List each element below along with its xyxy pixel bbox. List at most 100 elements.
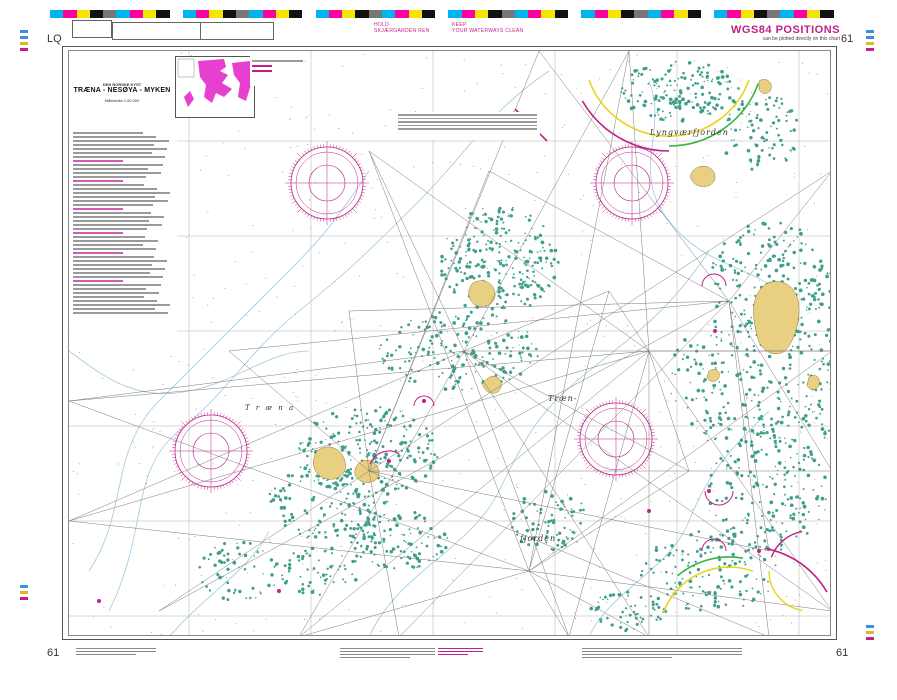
- compass-rose-c-tick: [650, 428, 654, 430]
- rock: [798, 282, 802, 285]
- rock: [395, 483, 398, 486]
- sounding: [567, 173, 569, 175]
- sounding: [520, 518, 522, 520]
- sounding: [722, 237, 724, 239]
- rock: [812, 295, 816, 299]
- rock: [765, 431, 769, 435]
- sounding: [426, 57, 428, 59]
- sounding: [514, 392, 516, 394]
- rock: [702, 106, 706, 109]
- rock: [283, 564, 287, 568]
- rock: [720, 75, 725, 79]
- rock: [538, 233, 543, 238]
- sounding: [525, 63, 526, 65]
- compass-rose-w-tick: [177, 468, 180, 471]
- rock: [637, 72, 640, 75]
- rock: [752, 344, 756, 348]
- sounding: [372, 187, 374, 189]
- rock: [759, 526, 763, 530]
- sounding: [581, 92, 583, 94]
- rock: [517, 330, 520, 332]
- rock: [814, 307, 817, 311]
- rock: [721, 459, 725, 462]
- compass-rose-nw-tick: [294, 160, 298, 163]
- rock: [652, 571, 655, 574]
- rock: [820, 485, 823, 488]
- rock: [555, 501, 558, 503]
- rock: [752, 432, 755, 435]
- sounding: [178, 537, 180, 539]
- leading-line: [69, 520, 530, 572]
- rock: [633, 69, 638, 73]
- rock: [721, 518, 725, 522]
- rock: [715, 498, 719, 502]
- rock: [525, 264, 528, 267]
- rock: [317, 559, 320, 562]
- slogan-right: KEEP YOUR WATERWAYS CLEAN: [452, 22, 523, 34]
- sounding: [132, 369, 134, 371]
- rock: [543, 249, 546, 252]
- sounding: [579, 198, 581, 200]
- rock: [384, 452, 389, 457]
- rock: [749, 135, 753, 140]
- compass-rose-c-tick: [641, 409, 646, 414]
- sounding: [361, 153, 363, 155]
- rock: [520, 300, 523, 303]
- rock: [820, 360, 823, 363]
- rock: [626, 99, 631, 103]
- sounding: [210, 322, 212, 324]
- sounding: [317, 214, 319, 216]
- rock: [283, 523, 287, 527]
- sounding: [693, 60, 695, 62]
- rock: [725, 468, 728, 470]
- rock: [734, 296, 738, 300]
- rock: [738, 467, 740, 469]
- rock: [465, 233, 467, 236]
- sounding: [649, 467, 651, 469]
- rock: [444, 345, 448, 349]
- rock: [518, 271, 522, 274]
- rock: [432, 351, 435, 354]
- rock: [720, 361, 724, 365]
- rock: [558, 531, 562, 535]
- rock: [409, 376, 412, 380]
- rock: [792, 146, 795, 149]
- rock: [384, 420, 386, 422]
- sounding: [459, 473, 461, 475]
- rock: [710, 353, 715, 357]
- rock: [682, 71, 685, 75]
- sounding: [422, 530, 423, 531]
- rock: [372, 531, 376, 535]
- compass-rose-nw-tick: [336, 217, 338, 221]
- rock: [643, 99, 648, 104]
- rock: [721, 259, 725, 263]
- sounding: [297, 145, 299, 147]
- rock: [731, 552, 735, 557]
- sounding: [591, 620, 592, 622]
- sounding: [733, 318, 735, 320]
- rock: [797, 511, 800, 514]
- sounding: [519, 344, 520, 346]
- rock: [657, 113, 660, 116]
- sounding: [231, 559, 233, 560]
- compass-rose-nw-tick: [291, 197, 295, 200]
- rock: [259, 592, 262, 595]
- rock: [485, 243, 488, 246]
- rock: [738, 444, 742, 448]
- rock: [497, 294, 501, 298]
- sounding: [491, 334, 493, 336]
- rock: [627, 594, 630, 597]
- rock: [389, 534, 392, 537]
- sounding: [400, 380, 402, 382]
- rock: [367, 504, 370, 507]
- rock: [473, 235, 476, 238]
- sounding: [151, 447, 153, 449]
- rock: [362, 482, 365, 486]
- rock: [798, 288, 803, 293]
- rock: [480, 258, 484, 262]
- compass-rose-w-tick: [220, 413, 222, 417]
- rock: [385, 354, 389, 358]
- rock: [394, 416, 398, 419]
- sounding: [312, 569, 314, 571]
- sounding: [297, 400, 299, 402]
